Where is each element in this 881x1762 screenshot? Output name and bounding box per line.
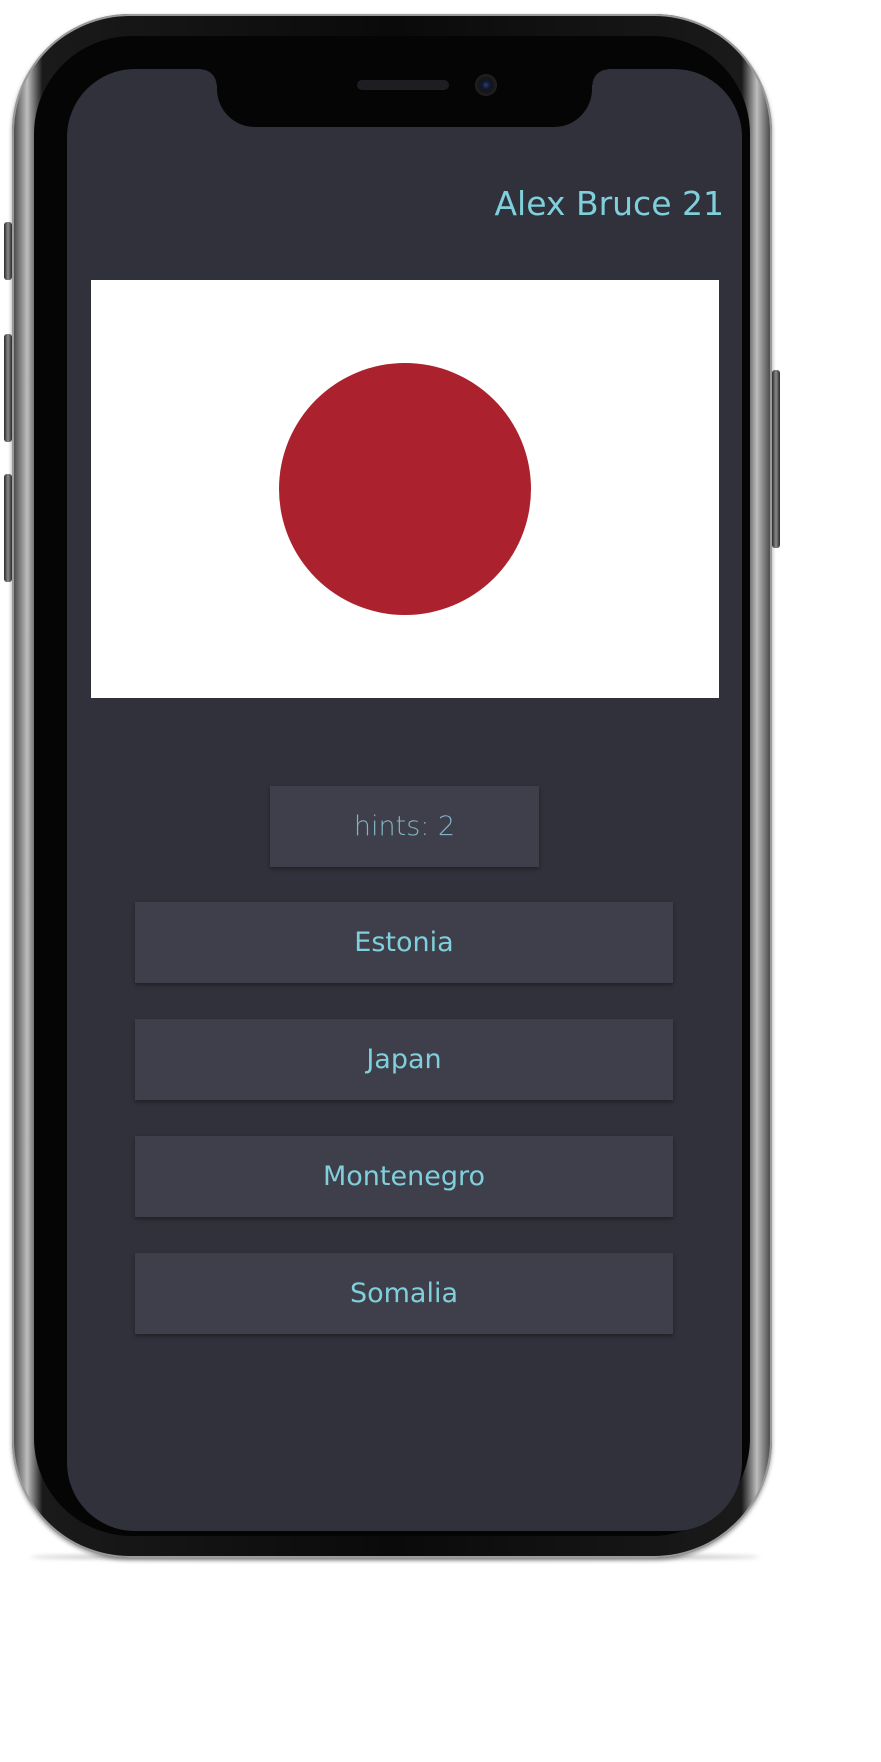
answer-list: Estonia Japan Montenegro Somalia bbox=[135, 902, 673, 1370]
silent-switch bbox=[4, 222, 12, 280]
phone-frame: Alex Bruce 21 hints: 2 Estonia Japan Mon… bbox=[4, 14, 780, 1558]
notch bbox=[201, 69, 608, 127]
app-screen: Alex Bruce 21 hints: 2 Estonia Japan Mon… bbox=[67, 69, 742, 1531]
hints-button[interactable]: hints: 2 bbox=[270, 786, 539, 867]
flag-image bbox=[91, 280, 719, 698]
answer-button-estonia[interactable]: Estonia bbox=[135, 902, 673, 983]
answer-button-somalia[interactable]: Somalia bbox=[135, 1253, 673, 1334]
front-camera bbox=[475, 74, 497, 96]
flag-red-disc bbox=[279, 363, 531, 615]
answer-button-japan[interactable]: Japan bbox=[135, 1019, 673, 1100]
volume-down-button bbox=[4, 474, 12, 582]
speaker-grille bbox=[357, 80, 449, 90]
username-label: Alex Bruce 21 bbox=[494, 184, 724, 223]
answer-button-montenegro[interactable]: Montenegro bbox=[135, 1136, 673, 1217]
power-button bbox=[772, 370, 780, 548]
volume-up-button bbox=[4, 334, 12, 442]
